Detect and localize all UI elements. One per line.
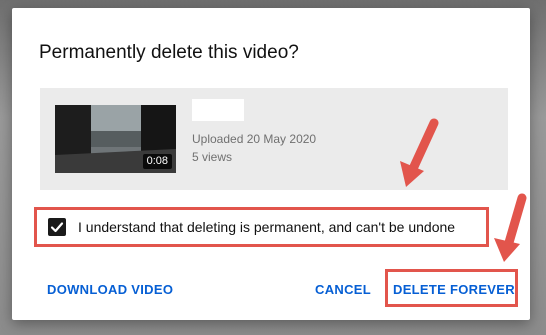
download-video-button[interactable]: DOWNLOAD VIDEO bbox=[47, 283, 173, 296]
video-title-redacted bbox=[192, 99, 244, 121]
cancel-button[interactable]: CANCEL bbox=[315, 283, 371, 296]
confirm-label[interactable]: I understand that deleting is permanent,… bbox=[78, 220, 455, 234]
dialog-title: Permanently delete this video? bbox=[39, 42, 299, 63]
video-card: 0:08 Uploaded 20 May 2020 5 views bbox=[40, 88, 508, 190]
video-duration: 0:08 bbox=[142, 153, 172, 169]
video-upload-date: Uploaded 20 May 2020 bbox=[192, 132, 317, 146]
delete-forever-button[interactable]: DELETE FOREVER bbox=[393, 283, 515, 296]
checkmark-icon bbox=[50, 222, 64, 233]
confirm-highlight-box: I understand that deleting is permanent,… bbox=[34, 207, 489, 247]
video-view-count: 5 views bbox=[192, 150, 233, 164]
delete-video-dialog: Permanently delete this video? 0:08 Uplo… bbox=[12, 8, 530, 320]
confirm-checkbox[interactable] bbox=[48, 218, 66, 236]
video-thumbnail: 0:08 bbox=[55, 105, 176, 173]
